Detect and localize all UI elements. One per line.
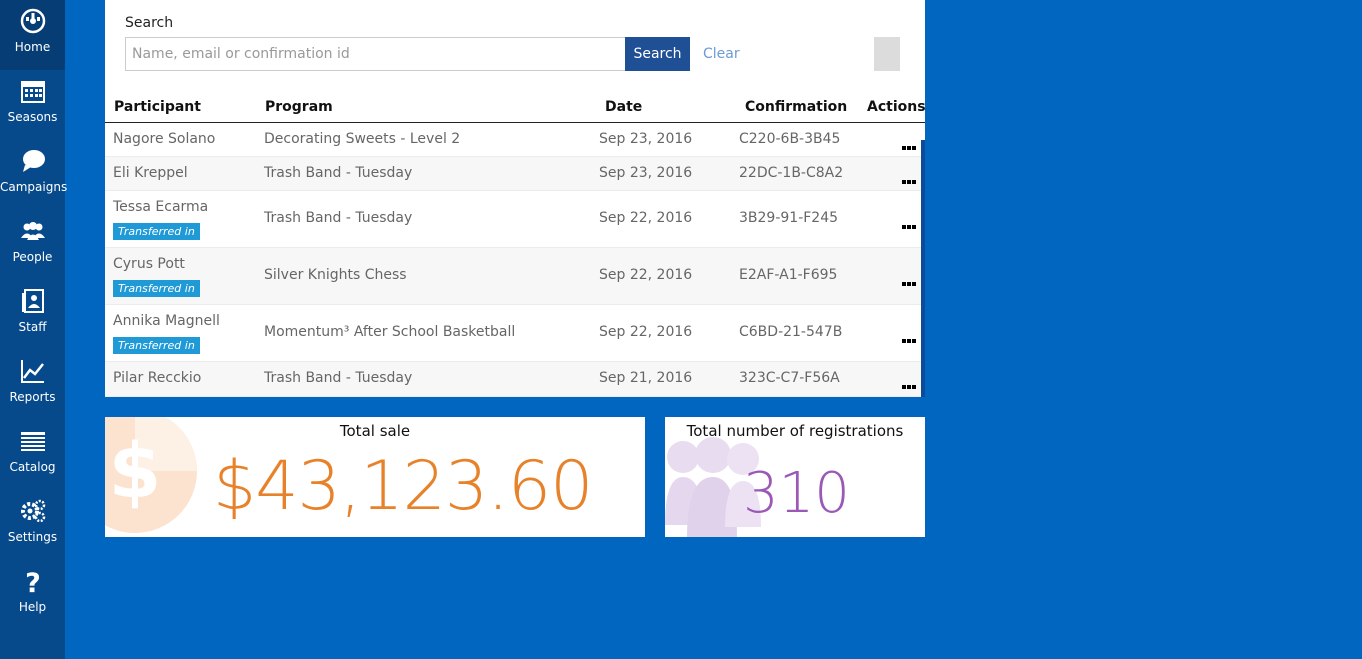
actions-menu-icon[interactable] (902, 273, 920, 286)
table-row[interactable]: Cyrus Pott Transferred in Silver Knights… (105, 248, 921, 305)
export-button[interactable] (874, 37, 900, 71)
registration-date: Sep 22, 2016 (599, 267, 693, 283)
registration-date: Sep 23, 2016 (599, 165, 693, 181)
transferred-badge: Transferred in (113, 337, 200, 354)
gear-icon (20, 499, 45, 523)
registrations-panel: Search Search Clear Participant Program … (105, 0, 926, 397)
header-program[interactable]: Program (265, 99, 333, 115)
transferred-badge: Transferred in (113, 223, 200, 240)
chat-icon (22, 150, 45, 172)
header-confirmation[interactable]: Confirmation (745, 99, 847, 115)
total-registrations-title: Total number of registrations (686, 422, 904, 440)
nav-label-reports: Reports (9, 390, 56, 404)
registration-date: Sep 22, 2016 (599, 210, 693, 226)
nav-label-campaigns: Campaigns (0, 180, 68, 194)
home-icon (20, 8, 45, 34)
header-actions: Actions (867, 99, 926, 115)
search-label: Search (125, 15, 174, 31)
nav-campaigns[interactable]: Campaigns (0, 140, 68, 210)
total-sale-value: $43,123.60 (213, 447, 593, 526)
nav-label-settings: Settings (7, 530, 58, 544)
nav-home[interactable]: Home (0, 0, 65, 70)
registration-date: Sep 22, 2016 (599, 324, 693, 340)
nav-people[interactable]: People (0, 210, 65, 280)
people-icon (20, 222, 45, 240)
nav-label-catalog: Catalog (9, 460, 56, 474)
sidebar: Home Seasons Campaigns People Staff Repo… (0, 0, 68, 659)
total-registrations-card: Total number of registrations 310 (665, 417, 925, 537)
header-participant[interactable]: Participant (114, 99, 201, 115)
nav-catalog[interactable]: Catalog (0, 420, 65, 490)
participant-name[interactable]: Eli Kreppel (113, 165, 188, 181)
nav-label-seasons: Seasons (7, 110, 58, 124)
participant-name[interactable]: Annika Magnell (113, 313, 220, 329)
confirmation-id: E2AF-A1-F695 (739, 267, 838, 283)
clear-link[interactable]: Clear (703, 46, 740, 62)
total-sale-title: Total sale (339, 422, 411, 440)
actions-menu-icon[interactable] (902, 216, 920, 229)
program-name: Trash Band - Tuesday (264, 165, 413, 181)
program-name: Silver Knights Chess (264, 267, 407, 283)
staff-icon (21, 289, 44, 313)
total-registrations-value: 310 (743, 461, 850, 526)
nav-label-people: People (12, 250, 53, 264)
actions-menu-icon[interactable] (902, 171, 920, 184)
registration-date: Sep 21, 2016 (599, 370, 693, 386)
participant-name[interactable]: Cyrus Pott (113, 256, 185, 272)
registration-date: Sep 23, 2016 (599, 131, 693, 147)
header-date[interactable]: Date (605, 99, 642, 115)
search-input[interactable] (125, 37, 625, 71)
transferred-badge: Transferred in (113, 280, 200, 297)
table-row[interactable]: Pilar Recckio Trash Band - Tuesday Sep 2… (105, 362, 921, 397)
table-row[interactable]: Annika Magnell Transferred in Momentum³ … (105, 305, 921, 362)
program-name: Momentum³ After School Basketball (264, 324, 516, 340)
nav-label-staff: Staff (18, 320, 47, 334)
total-sale-card: $ Total sale $43,123.60 (105, 417, 645, 537)
nav-seasons[interactable]: Seasons (0, 70, 65, 140)
program-name: Decorating Sweets - Level 2 (264, 131, 461, 147)
nav-label-help: Help (18, 600, 47, 614)
table-row[interactable]: Eli Kreppel Trash Band - Tuesday Sep 23,… (105, 157, 921, 191)
table-row[interactable]: Nagore Solano Decorating Sweets - Level … (105, 123, 921, 157)
table-header: Participant Program Date Confirmation Ac… (105, 96, 926, 123)
confirmation-id: C6BD-21-547B (739, 324, 843, 340)
nav-help[interactable]: ? Help (0, 560, 65, 630)
actions-menu-icon[interactable] (902, 330, 920, 343)
confirmation-id: 323C-C7-F56A (739, 370, 840, 386)
nav-settings[interactable]: Settings (0, 490, 65, 560)
confirmation-id: C220-6B-3B45 (739, 131, 841, 147)
confirmation-id: 3B29-91-F245 (739, 210, 839, 226)
nav-staff[interactable]: Staff (0, 280, 65, 350)
actions-menu-icon[interactable] (902, 137, 920, 150)
nav-label-home: Home (14, 40, 51, 54)
chart-icon (20, 360, 44, 383)
table-scrollbar[interactable] (921, 140, 925, 397)
calendar-icon (20, 81, 45, 103)
nav-reports[interactable]: Reports (0, 350, 65, 420)
search-button[interactable]: Search (625, 37, 690, 71)
actions-menu-icon[interactable] (902, 376, 920, 389)
participant-name[interactable]: Pilar Recckio (113, 370, 201, 386)
program-name: Trash Band - Tuesday (264, 210, 413, 226)
participant-name[interactable]: Nagore Solano (113, 131, 215, 147)
participant-name[interactable]: Tessa Ecarma (113, 199, 208, 215)
svg-text:?: ? (25, 568, 41, 594)
question-icon: ? (25, 568, 41, 594)
table-row[interactable]: Tessa Ecarma Transferred in Trash Band -… (105, 191, 921, 248)
catalog-icon (20, 432, 45, 451)
program-name: Trash Band - Tuesday (264, 370, 413, 386)
confirmation-id: 22DC-1B-C8A2 (739, 165, 844, 181)
